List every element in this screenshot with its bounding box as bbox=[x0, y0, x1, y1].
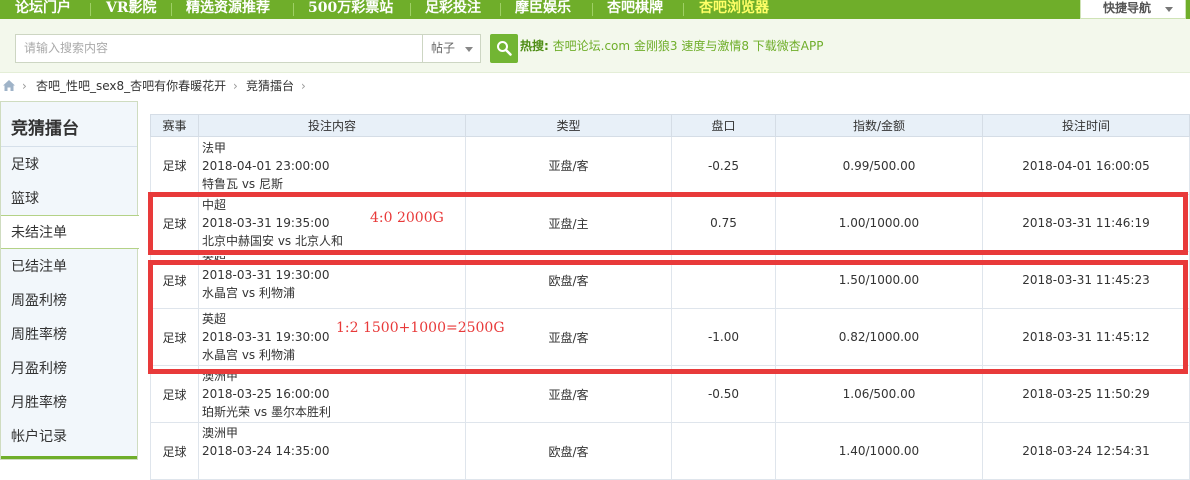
annotation-note: 1:2 1500+1000=2500G bbox=[336, 320, 505, 336]
search-scope-select[interactable]: 帖子 bbox=[431, 35, 455, 62]
cell-bet-time: 2018-03-25 11:50:29 bbox=[982, 365, 1190, 423]
nav-item-football-bet[interactable]: 足彩投注 bbox=[425, 0, 481, 19]
sidebar-item-open-bets[interactable]: 未结注单 bbox=[1, 215, 139, 249]
annotation-box bbox=[148, 192, 1188, 255]
cell-teams: 特鲁瓦 vs 尼斯 bbox=[202, 176, 283, 191]
sidebar-title: 竞猜擂台 bbox=[11, 119, 79, 139]
nav-separator bbox=[171, 3, 172, 16]
cell-content: 澳洲甲 2018-03-25 16:00:00 珀斯光荣 vs 墨尔本胜利 bbox=[198, 365, 466, 423]
sidebar-item-football[interactable]: 足球 bbox=[1, 148, 137, 182]
sidebar: 竞猜擂台 足球 篮球 未结注单 已结注单 周盈利榜 周胜率榜 月盈利榜 月胜率榜… bbox=[0, 101, 139, 460]
nav-separator bbox=[500, 3, 501, 16]
table-row: 足球 澳洲甲 2018-03-25 16:00:00 珀斯光荣 vs 墨尔本胜利… bbox=[150, 365, 1190, 423]
cell-odds-amount: 1.06/500.00 bbox=[775, 365, 983, 423]
cell-teams: 珀斯光荣 vs 墨尔本胜利 bbox=[202, 405, 331, 419]
col-header-content: 投注内容 bbox=[198, 114, 466, 137]
cell-odds-amount: 0.99/500.00 bbox=[775, 136, 983, 195]
sidebar-bottom-bar bbox=[1, 456, 137, 459]
nav-item-entertainment[interactable]: 摩臣娱乐 bbox=[515, 0, 571, 19]
nav-separator bbox=[410, 3, 411, 16]
breadcrumb-item-current[interactable]: 竞猜擂台 bbox=[246, 73, 294, 99]
home-icon[interactable] bbox=[2, 79, 16, 92]
col-header-bet-time: 投注时间 bbox=[982, 114, 1190, 137]
cell-teams bbox=[202, 460, 465, 478]
sidebar-divider bbox=[1, 146, 137, 147]
cell-handicap bbox=[671, 422, 776, 480]
cell-content: 澳洲甲 2018-03-24 14:35:00 bbox=[198, 422, 466, 480]
chevron-down-icon bbox=[465, 47, 473, 52]
search-divider bbox=[422, 35, 423, 62]
quick-nav-label: 快捷导航 bbox=[1103, 1, 1152, 15]
nav-item-resources[interactable]: 精选资源推荐 bbox=[186, 0, 270, 19]
search-icon bbox=[497, 41, 512, 56]
nav-item-portal[interactable]: 论坛门户 bbox=[15, 0, 71, 19]
sidebar-item-weekly-winrate[interactable]: 周胜率榜 bbox=[1, 318, 137, 352]
table-row: 足球 澳洲甲 2018-03-24 14:35:00 欧盘/客 1.40/100… bbox=[150, 422, 1190, 480]
cell-match-time: 2018-03-25 16:00:00 bbox=[202, 387, 330, 401]
hot-search: 热搜: 杏吧论坛.com 金刚狼3 速度与激情8 下载微杏APP bbox=[520, 38, 823, 55]
search-input[interactable]: 请输入搜索内容 bbox=[24, 35, 108, 62]
cell-content: 法甲 2018-04-01 23:00:00 特鲁瓦 vs 尼斯 bbox=[198, 136, 466, 195]
sidebar-item-basketball[interactable]: 篮球 bbox=[1, 182, 137, 216]
chevron-down-icon bbox=[1165, 7, 1173, 12]
cell-odds-amount: 1.40/1000.00 bbox=[775, 422, 983, 480]
cell-handicap: -0.50 bbox=[671, 365, 776, 423]
sidebar-item-settled-bets[interactable]: 已结注单 bbox=[1, 250, 137, 284]
cell-sport: 足球 bbox=[150, 365, 199, 423]
hot-search-label: 热搜: bbox=[520, 39, 549, 53]
annotation-note: 4:0 2000G bbox=[370, 210, 444, 226]
cell-type: 亚盘/客 bbox=[465, 365, 672, 423]
breadcrumb-separator-icon: › bbox=[301, 79, 306, 93]
cell-bet-time: 2018-04-01 16:00:05 bbox=[982, 136, 1190, 195]
breadcrumb-item-forum[interactable]: 杏吧_性吧_sex8_杏吧有你春暖花开 bbox=[36, 73, 226, 99]
nav-separator bbox=[592, 3, 593, 16]
cell-sport: 足球 bbox=[150, 422, 199, 480]
cell-sport: 足球 bbox=[150, 136, 199, 195]
breadcrumb-separator-icon: › bbox=[22, 79, 27, 93]
breadcrumb-separator-icon: › bbox=[233, 79, 238, 93]
search-box: 请输入搜索内容 帖子 bbox=[15, 34, 481, 63]
nav-separator bbox=[683, 3, 684, 16]
sidebar-item-weekly-profit[interactable]: 周盈利榜 bbox=[1, 284, 137, 318]
nav-separator bbox=[90, 3, 91, 16]
nav-item-vr[interactable]: VR影院 bbox=[106, 0, 157, 19]
cell-bet-time: 2018-03-24 12:54:31 bbox=[982, 422, 1190, 480]
nav-item-browser[interactable]: 杏吧浏览器 bbox=[699, 0, 769, 19]
cell-league: 法甲 bbox=[202, 140, 227, 155]
sidebar-item-monthly-winrate[interactable]: 月胜率榜 bbox=[1, 386, 137, 420]
cell-league: 澳洲甲 bbox=[202, 426, 239, 440]
nav-item-lottery[interactable]: 500万彩票站 bbox=[308, 0, 393, 19]
table-header-row: 赛事 投注内容 类型 盘口 指数/金额 投注时间 bbox=[150, 114, 1190, 137]
table-row: 足球 法甲 2018-04-01 23:00:00 特鲁瓦 vs 尼斯 亚盘/客… bbox=[150, 136, 1190, 195]
nav-separator bbox=[293, 3, 294, 16]
sidebar-item-monthly-profit[interactable]: 月盈利榜 bbox=[1, 352, 137, 386]
search-bar: 请输入搜索内容 帖子 热搜: 杏吧论坛.com 金刚狼3 速度与激情8 下载微杏… bbox=[0, 19, 1190, 73]
sidebar-item-account-records[interactable]: 帐户记录 bbox=[1, 420, 137, 454]
quick-nav-button[interactable]: 快捷导航 bbox=[1080, 0, 1186, 19]
cell-match-time: 2018-03-24 14:35:00 bbox=[202, 444, 330, 458]
cell-type: 欧盘/客 bbox=[465, 422, 672, 480]
search-button[interactable] bbox=[490, 34, 518, 63]
top-nav: 论坛门户 VR影院 精选资源推荐 500万彩票站 足彩投注 摩臣娱乐 杏吧棋牌 … bbox=[0, 0, 1190, 19]
cell-type: 亚盘/客 bbox=[465, 136, 672, 195]
col-header-handicap: 盘口 bbox=[671, 114, 776, 137]
cell-handicap: -0.25 bbox=[671, 136, 776, 195]
nav-item-chess[interactable]: 杏吧棋牌 bbox=[607, 0, 663, 19]
annotation-box bbox=[148, 260, 1188, 374]
hot-search-terms[interactable]: 杏吧论坛.com 金刚狼3 速度与激情8 下载微杏APP bbox=[553, 39, 824, 53]
col-header-sport: 赛事 bbox=[150, 114, 199, 137]
col-header-odds-amount: 指数/金额 bbox=[775, 114, 983, 137]
col-header-type: 类型 bbox=[465, 114, 672, 137]
cell-match-time: 2018-04-01 23:00:00 bbox=[202, 158, 330, 173]
